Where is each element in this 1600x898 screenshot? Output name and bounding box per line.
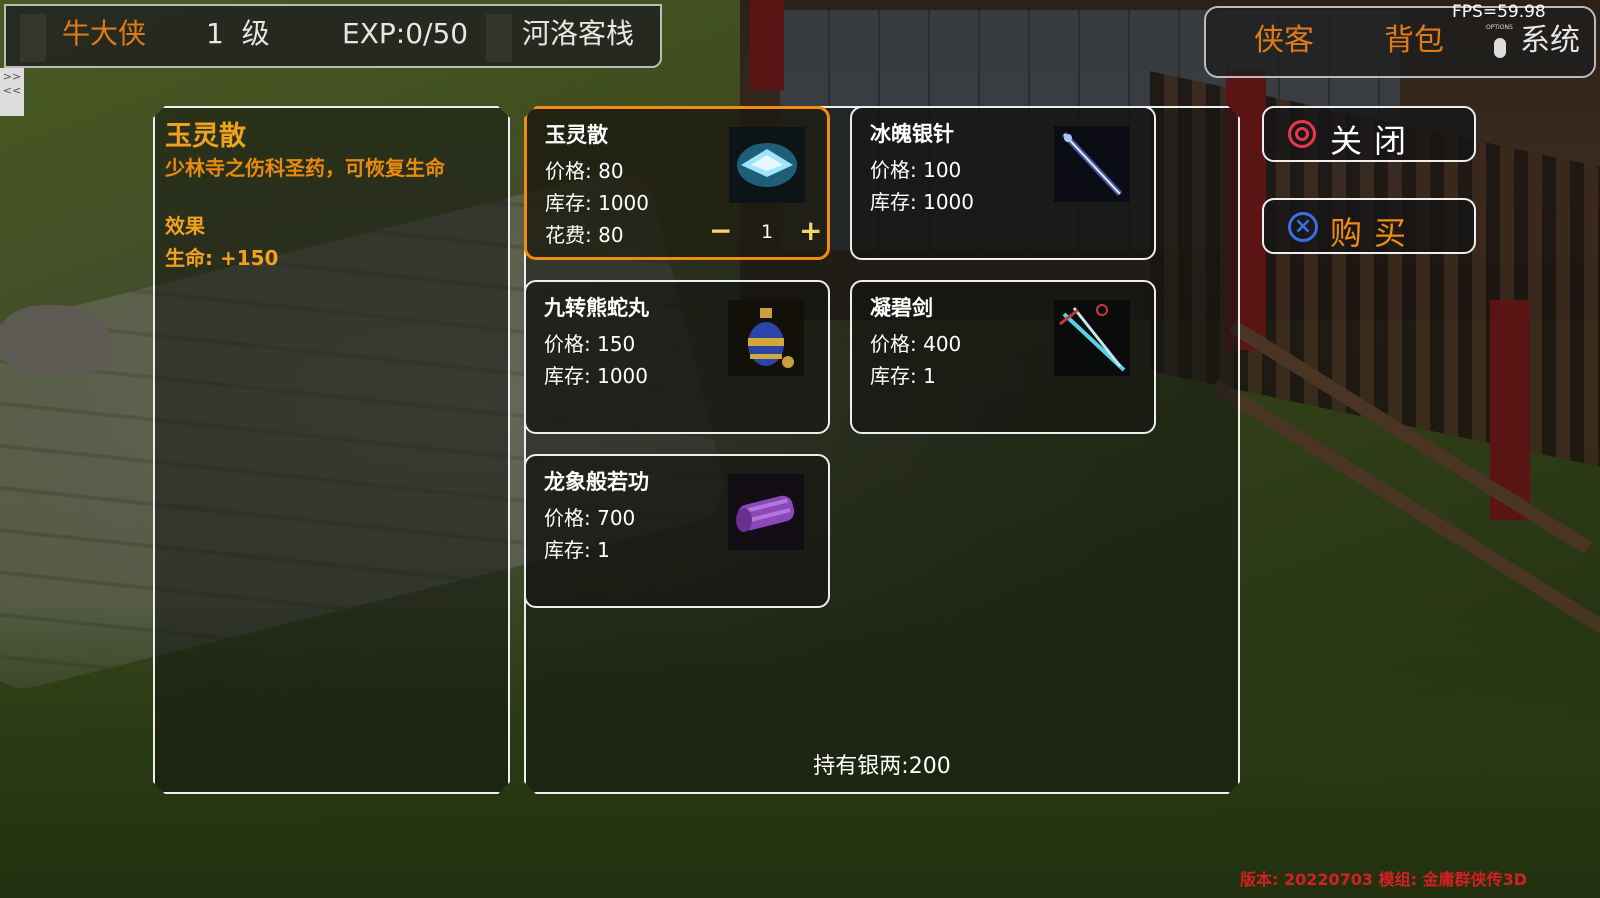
level-number: 1 [206, 17, 224, 50]
options-button-icon [1494, 38, 1506, 58]
player-name: 牛大侠 [62, 17, 147, 50]
item-stock: 库存: 1000 [870, 190, 974, 214]
quantity-stepper[interactable]: − 1 + [709, 217, 829, 247]
item-name: 九转熊蛇丸 [544, 296, 649, 320]
fps-counter: FPS=59.98 [1452, 2, 1546, 22]
jade-powder-icon [729, 127, 805, 203]
buy-button-label: 购买 [1330, 214, 1419, 252]
level-label: 级 [241, 17, 270, 50]
menu-heroes-button[interactable]: 侠客 [1254, 22, 1314, 60]
detail-item-name: 玉灵散 [165, 121, 246, 152]
detail-effect-label: 效果 [165, 214, 205, 238]
item-name: 龙象般若功 [544, 470, 649, 494]
player-level: 1 级 [206, 16, 270, 52]
silver-balance: 持有银两:200 [813, 754, 951, 779]
ice-needle-icon [1054, 126, 1130, 202]
item-name: 凝碧剑 [870, 296, 933, 320]
item-cost: 花费: 80 [545, 223, 624, 247]
exp-readout: EXP:0/50 [342, 17, 469, 50]
bar-divider [20, 14, 46, 62]
circle-button-icon [1288, 120, 1316, 148]
shop-panel: 玉灵散 价格: 80 库存: 1000 花费: 80 − 1 + 冰魄银针 价格… [524, 106, 1240, 794]
item-price: 价格: 150 [544, 332, 636, 356]
shop-item-card[interactable]: 冰魄银针 价格: 100 库存: 1000 [850, 106, 1156, 260]
side-panel-toggle[interactable]: >> << [0, 68, 24, 116]
close-button[interactable]: 关闭 [1262, 106, 1476, 162]
location-name: 河洛客栈 [522, 17, 635, 50]
medicine-vase-icon [728, 300, 804, 376]
item-price: 价格: 700 [544, 506, 636, 530]
sword-icon [1054, 300, 1130, 376]
detail-item-description: 少林寺之伤科圣药，可恢复生命 [165, 156, 445, 180]
red-pillar [750, 0, 784, 90]
item-stock: 库存: 1 [544, 538, 610, 562]
version-info: 版本: 20220703 模组: 金庸群侠传3D [1240, 870, 1527, 889]
bar-divider [486, 14, 512, 62]
item-detail-panel: 玉灵散 少林寺之伤科圣药，可恢复生命 效果 生命: +150 [153, 106, 510, 794]
item-price: 价格: 80 [545, 159, 624, 183]
player-status-bar: 牛大侠 1 级 EXP:0/50 河洛客栈 [4, 4, 662, 68]
quantity-value: 1 [761, 221, 774, 243]
scroll-icon [728, 474, 804, 550]
item-name: 冰魄银针 [870, 122, 954, 146]
shop-item-card[interactable]: 九转熊蛇丸 价格: 150 库存: 1000 [524, 280, 830, 434]
menu-system-button[interactable]: 系统 [1520, 22, 1580, 60]
close-button-label: 关闭 [1330, 122, 1419, 160]
item-name: 玉灵散 [545, 123, 608, 147]
shop-item-card[interactable]: 龙象般若功 价格: 700 库存: 1 [524, 454, 830, 608]
item-stock: 库存: 1 [870, 364, 936, 388]
item-price: 价格: 400 [870, 332, 962, 356]
options-label: OPTIONS [1486, 24, 1513, 31]
shop-item-card[interactable]: 玉灵散 价格: 80 库存: 1000 花费: 80 − 1 + [524, 106, 830, 260]
buy-button[interactable]: × 购买 [1262, 198, 1476, 254]
item-price: 价格: 100 [870, 158, 962, 182]
item-stock: 库存: 1000 [545, 191, 649, 215]
item-stock: 库存: 1000 [544, 364, 648, 388]
decrease-quantity-button[interactable]: − [709, 217, 732, 245]
detail-effect-value: 生命: +150 [165, 246, 279, 270]
menu-bag-button[interactable]: 背包 [1384, 22, 1444, 60]
increase-quantity-button[interactable]: + [799, 217, 822, 245]
cross-button-icon: × [1288, 212, 1318, 242]
shop-item-card[interactable]: 凝碧剑 价格: 400 库存: 1 [850, 280, 1156, 434]
rock [0, 305, 110, 375]
